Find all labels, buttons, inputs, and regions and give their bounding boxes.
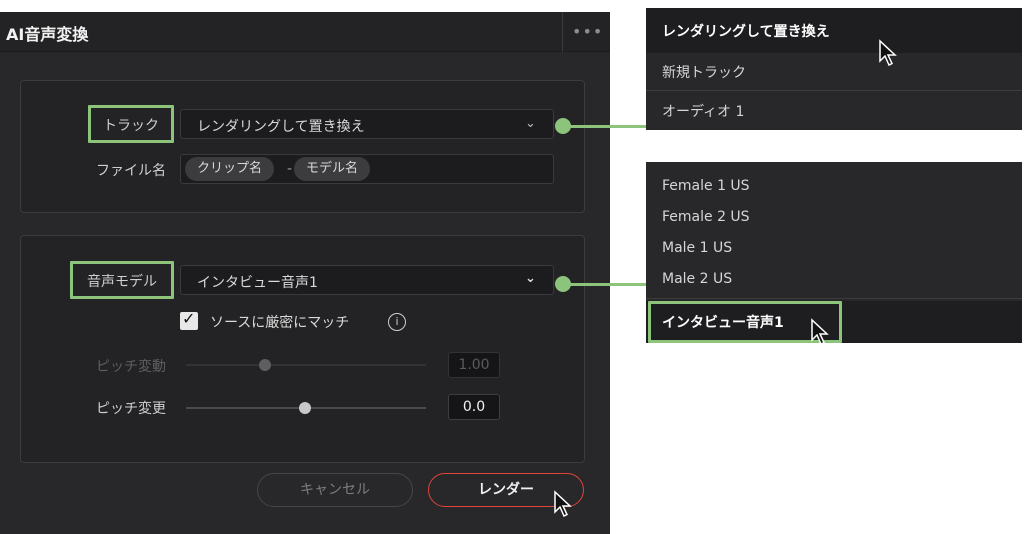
info-icon[interactable]: i bbox=[388, 313, 406, 331]
pitch-change-label: ピッチ変更 bbox=[96, 401, 166, 417]
strict-match-label: ソースに厳密にマッチ bbox=[210, 315, 350, 331]
menu-divider bbox=[646, 90, 1022, 91]
pitch-shift-slider bbox=[186, 364, 426, 366]
menu-item[interactable]: 新規トラック bbox=[646, 53, 1022, 89]
checkmark-icon: ✓ bbox=[182, 309, 196, 328]
connector-line-track bbox=[568, 125, 646, 128]
menu-item-label: 新規トラック bbox=[662, 65, 746, 81]
dialog-title: AI音声変換 bbox=[6, 25, 89, 44]
chevron-down-icon: ⌄ bbox=[525, 271, 536, 286]
chevron-down-icon: ⌄ bbox=[525, 116, 536, 131]
menu-item-selected[interactable]: レンダリングして置き換え bbox=[646, 8, 1022, 53]
model-dropdown[interactable]: インタビュー音声1 ⌄ bbox=[180, 265, 554, 295]
menu-item[interactable]: Male 2 US bbox=[646, 265, 1022, 295]
ai-voice-convert-dialog: AI音声変換 ••• トラック レンダリングして置き換え ⌄ ファイル名 クリッ… bbox=[0, 12, 610, 534]
menu-item-label: Female 2 US bbox=[662, 209, 750, 225]
mouse-cursor-icon bbox=[811, 318, 829, 346]
model-dropdown-value: インタビュー音声1 bbox=[197, 275, 318, 291]
menu-item-label: レンダリングして置き換え bbox=[662, 24, 830, 40]
filename-label: ファイル名 bbox=[96, 163, 166, 179]
pitch-change-slider-knob[interactable] bbox=[299, 402, 311, 414]
menu-divider bbox=[646, 298, 1022, 299]
menu-item[interactable]: オーディオ 1 bbox=[646, 92, 1022, 128]
track-label: トラック bbox=[103, 118, 159, 134]
pitch-shift-value: 1.00 bbox=[448, 352, 500, 378]
filename-chip-clip[interactable]: クリップ名 bbox=[185, 157, 275, 181]
menu-item[interactable]: Female 2 US bbox=[646, 203, 1022, 233]
menu-item-label: Male 1 US bbox=[662, 240, 733, 256]
cancel-button[interactable]: キャンセル bbox=[257, 473, 413, 507]
strict-match-checkbox[interactable]: ✓ bbox=[180, 309, 198, 330]
menu-item-label: Male 2 US bbox=[662, 271, 733, 287]
menu-item-label: オーディオ 1 bbox=[662, 104, 745, 120]
menu-item[interactable]: Female 1 US bbox=[646, 172, 1022, 202]
output-settings-group bbox=[20, 80, 585, 213]
track-options-menu: レンダリングして置き換え 新規トラック オーディオ 1 bbox=[646, 8, 1022, 130]
voice-model-options-menu: Female 1 US Female 2 US Male 1 US Male 2… bbox=[646, 162, 1022, 346]
menu-item[interactable]: Male 1 US bbox=[646, 234, 1022, 264]
filename-chip-model[interactable]: モデル名 bbox=[294, 157, 371, 181]
filename-field[interactable]: クリップ名 - モデル名 bbox=[180, 154, 554, 184]
pitch-shift-label: ピッチ変動 bbox=[96, 359, 166, 375]
filename-separator: - bbox=[287, 161, 293, 177]
mouse-cursor-icon bbox=[554, 490, 572, 518]
menu-item-label: Female 1 US bbox=[662, 178, 750, 194]
track-dropdown[interactable]: レンダリングして置き換え ⌄ bbox=[180, 109, 554, 139]
more-options-icon[interactable]: ••• bbox=[572, 20, 602, 44]
connector-line-model bbox=[568, 283, 646, 286]
pitch-change-value[interactable]: 0.0 bbox=[448, 394, 500, 420]
title-divider bbox=[562, 12, 563, 52]
track-dropdown-value: レンダリングして置き換え bbox=[197, 119, 365, 135]
model-label: 音声モデル bbox=[87, 274, 157, 290]
title-bar: AI音声変換 ••• bbox=[0, 12, 610, 52]
pitch-shift-slider-knob bbox=[259, 359, 271, 371]
